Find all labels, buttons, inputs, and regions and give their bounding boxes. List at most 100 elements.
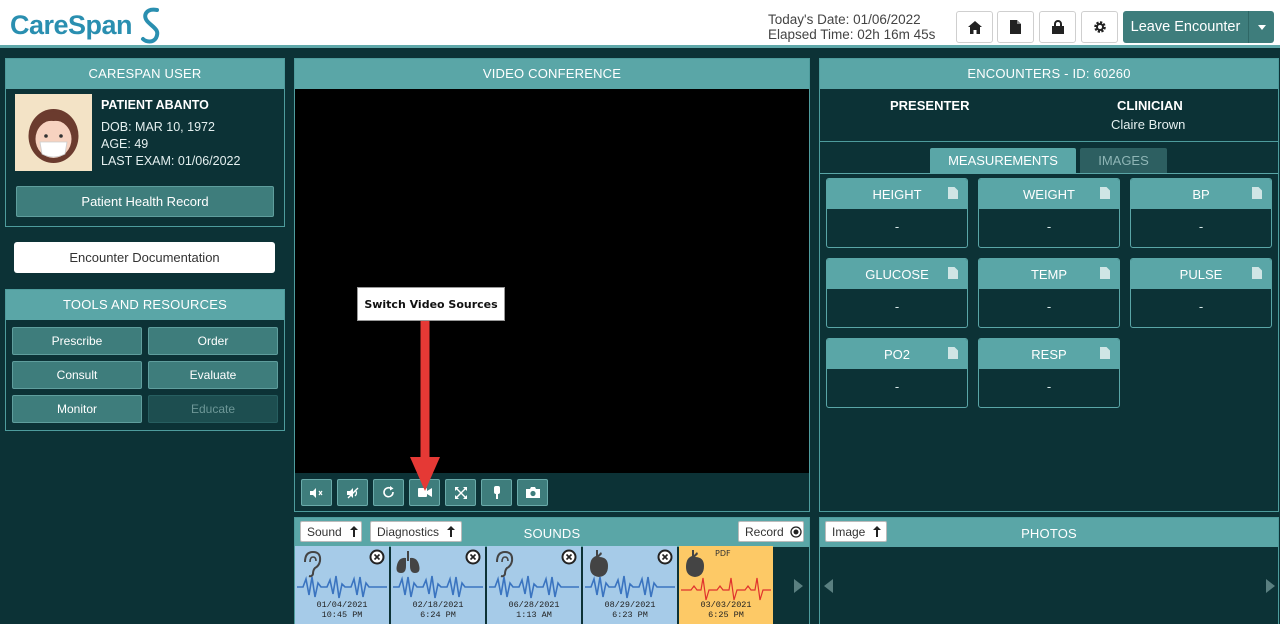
waveform-icon (585, 575, 675, 599)
sound-time: 10:45 PM (321, 610, 363, 620)
image-label: Image (832, 524, 866, 539)
sound-time: 6:23 PM (612, 610, 648, 620)
panel-title: ENCOUNTERS - ID: 60260 (820, 59, 1278, 89)
patient-avatar (15, 94, 92, 171)
close-circle-icon[interactable] (369, 549, 385, 565)
arrow-up-icon (447, 526, 456, 537)
evaluate-button[interactable]: Evaluate (148, 361, 278, 389)
measurement-value: - (894, 219, 900, 234)
measurement-value: - (1046, 379, 1052, 394)
gear-icon (1093, 21, 1106, 33)
scroll-right-icon[interactable] (1266, 579, 1275, 593)
measurement-bp[interactable]: BP - (1130, 178, 1272, 248)
measurement-po2[interactable]: PO2 - (826, 338, 968, 408)
lock-icon (1051, 20, 1064, 34)
carespan-user-panel: CARESPAN USER PATIENT ABANTO DOB: MAR 10… (5, 58, 285, 227)
close-circle-icon[interactable] (465, 549, 481, 565)
snapshot-button[interactable] (517, 479, 548, 506)
measurement-resp[interactable]: RESP - (978, 338, 1120, 408)
mute-button[interactable] (301, 479, 332, 506)
camera-icon (525, 487, 540, 498)
lock-button[interactable] (1039, 11, 1076, 43)
measurement-height[interactable]: HEIGHT - (826, 178, 968, 248)
avatar-icon (28, 109, 79, 163)
settings-button[interactable] (1081, 11, 1118, 43)
fullscreen-button[interactable] (445, 479, 476, 506)
heart-icon (686, 550, 704, 577)
monitor-button[interactable]: Monitor (12, 395, 142, 423)
image-button[interactable]: Image (825, 521, 887, 542)
order-button[interactable]: Order (148, 327, 278, 355)
logo-mark-icon (141, 7, 160, 44)
waveform-icon (489, 575, 579, 599)
refresh-button[interactable] (373, 479, 404, 506)
carespan-logo: CareSpan (10, 6, 164, 44)
leave-encounter-label: Leave Encounter (1130, 19, 1241, 35)
consult-button[interactable]: Consult (12, 361, 142, 389)
sound-button[interactable]: Sound (300, 521, 362, 542)
document-icon (1100, 267, 1110, 279)
patient-dob: DOB: MAR 10, 1972 (101, 120, 215, 134)
leave-encounter-button[interactable]: Leave Encounter (1123, 11, 1274, 43)
sound-thumbnail[interactable]: 08/29/2021 6:23 PM (583, 546, 677, 624)
scroll-right-icon[interactable] (794, 579, 803, 593)
measurement-pulse[interactable]: PULSE - (1130, 258, 1272, 328)
divider (820, 141, 1278, 142)
measurement-weight[interactable]: WEIGHT - (978, 178, 1120, 248)
measurement-value: - (894, 299, 900, 314)
lungs-icon (396, 551, 420, 573)
refresh-icon (383, 486, 394, 498)
presenter-label: PRESENTER (890, 98, 970, 113)
sound-date: 03/03/2021 (700, 600, 752, 610)
measurement-glucose[interactable]: GLUCOSE - (826, 258, 968, 328)
caret-down-icon (1257, 24, 1266, 30)
speaker-mute-icon (309, 487, 322, 498)
measurement-value: - (1046, 219, 1052, 234)
close-circle-icon[interactable] (657, 549, 673, 565)
tab-images[interactable]: IMAGES (1080, 148, 1167, 173)
patient-details: DOB: MAR 10, 1972 AGE: 49 LAST EXAM: 01/… (101, 119, 240, 170)
sound-time: 6:24 PM (420, 610, 456, 620)
record-button[interactable]: Record (738, 521, 804, 542)
arrow-up-icon (349, 526, 358, 537)
home-button[interactable] (956, 11, 993, 43)
leave-encounter-dropdown[interactable] (1248, 11, 1274, 43)
measurement-value: - (1046, 299, 1052, 314)
document-button[interactable] (997, 11, 1034, 43)
educate-button: Educate (148, 395, 278, 423)
patient-name: PATIENT ABANTO (101, 98, 209, 112)
measurement-label: HEIGHT (872, 187, 922, 202)
sound-date: 02/18/2021 (412, 600, 464, 610)
patient-age: AGE: 49 (101, 137, 149, 151)
patient-last-exam: LAST EXAM: 01/06/2022 (101, 154, 241, 168)
clinician-name: Claire Brown (1111, 117, 1186, 132)
flashlight-button[interactable] (481, 479, 512, 506)
document-icon (1252, 187, 1262, 199)
close-circle-icon[interactable] (561, 549, 577, 565)
elapsed-time: Elapsed Time: 02h 16m 45s (768, 27, 936, 42)
encounter-documentation-button[interactable]: Encounter Documentation (14, 242, 275, 273)
document-icon (1010, 20, 1021, 34)
expand-icon (454, 486, 467, 499)
diagnostics-button[interactable]: Diagnostics (370, 521, 462, 542)
sound-thumbnail[interactable]: 01/04/2021 10:45 PM (295, 546, 389, 624)
scroll-left-icon[interactable] (824, 579, 833, 593)
measurement-label: GLUCOSE (865, 267, 929, 282)
sound-thumbnail[interactable]: 06/28/2021 1:13 AM (487, 546, 581, 624)
patient-health-record-button[interactable]: Patient Health Record (16, 186, 274, 217)
tools-panel: TOOLS AND RESOURCES Prescribe Order Cons… (5, 289, 285, 431)
video-conference-panel: VIDEO CONFERENCE (294, 58, 810, 512)
panel-title: VIDEO CONFERENCE (295, 59, 809, 89)
record-icon (790, 525, 802, 538)
sound-thumbnail-pdf[interactable]: PDF 03/03/2021 6:25 PM (679, 546, 773, 624)
document-icon (1252, 267, 1262, 279)
measurement-temp[interactable]: TEMP - (978, 258, 1120, 328)
sound-thumbnail[interactable]: 02/18/2021 6:24 PM (391, 546, 485, 624)
audio-off-button[interactable] (337, 479, 368, 506)
clinician-label: CLINICIAN (1117, 98, 1183, 113)
prescribe-button[interactable]: Prescribe (12, 327, 142, 355)
measurement-label: RESP (1031, 347, 1067, 362)
tab-measurements[interactable]: MEASUREMENTS (930, 148, 1076, 173)
measurement-value: - (894, 379, 900, 394)
video-feed[interactable] (295, 89, 809, 473)
